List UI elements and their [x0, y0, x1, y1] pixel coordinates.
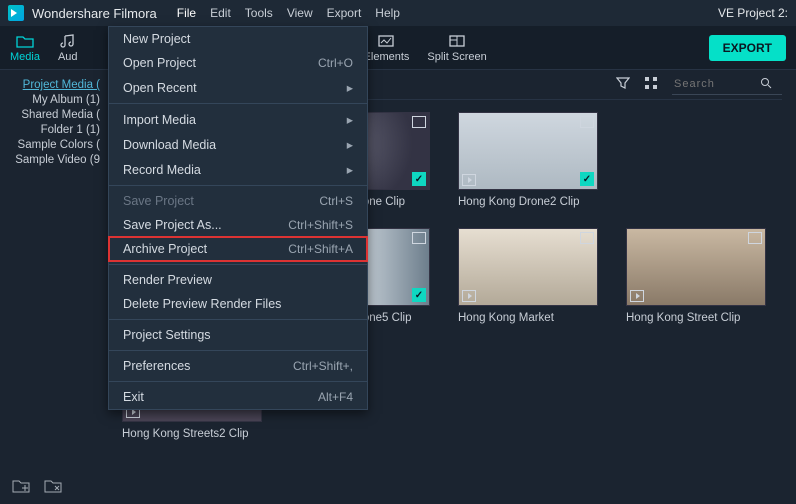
frame-icon [748, 232, 762, 244]
sidebar-item[interactable]: Sample Colors ( [8, 139, 100, 151]
app-title: Wondershare Filmora [32, 6, 157, 21]
delete-folder-icon[interactable] [44, 478, 62, 494]
audio-icon [59, 33, 77, 49]
clip-item[interactable]: Hong Kong Street Clip [626, 228, 766, 324]
file-menu-dropdown: New ProjectOpen ProjectCtrl+OOpen Recent… [108, 26, 368, 410]
sidebar-item[interactable]: My Album (1) [8, 94, 100, 106]
sidebar: Project Media ( My Album (1) Shared Media … [0, 70, 108, 504]
menu-help[interactable]: Help [375, 6, 400, 20]
sidebar-item[interactable]: Sample Video (9 [8, 154, 100, 166]
clip-label: Hong Kong Market [458, 312, 598, 324]
menu-file[interactable]: File [177, 6, 196, 20]
new-folder-icon[interactable] [12, 478, 30, 494]
search-box[interactable] [672, 75, 782, 95]
menu-item-preferences[interactable]: PreferencesCtrl+Shift+, [109, 354, 367, 378]
clip-label: Hong Kong Street Clip [626, 312, 766, 324]
menu-item-delete-preview-render-files[interactable]: Delete Preview Render Files [109, 292, 367, 316]
menu-item-exit[interactable]: ExitAlt+F4 [109, 385, 367, 409]
tab-media[interactable]: Media [10, 33, 40, 63]
menu-item-download-media[interactable]: Download Media▸ [109, 132, 367, 157]
main: New ProjectOpen ProjectCtrl+OOpen Recent… [0, 70, 796, 504]
project-title: VE Project 2: [718, 6, 788, 20]
frame-icon [580, 116, 594, 128]
titlebar: Wondershare Filmora File Edit Tools View Exp… [0, 0, 796, 26]
menu-export[interactable]: Export [327, 6, 362, 20]
menu-item-save-project: Save ProjectCtrl+S [109, 189, 367, 213]
frame-icon [580, 232, 594, 244]
export-button[interactable]: EXPORT [709, 35, 786, 61]
check-icon [412, 172, 426, 186]
menu-item-import-media[interactable]: Import Media▸ [109, 107, 367, 132]
clip-thumbnail[interactable] [626, 228, 766, 306]
menu-edit[interactable]: Edit [210, 6, 231, 20]
chevron-right-icon: ▸ [347, 80, 353, 95]
menu-view[interactable]: View [287, 6, 313, 20]
clip-item[interactable]: Hong Kong Market [458, 228, 598, 324]
menu-item-new-project[interactable]: New Project [109, 27, 367, 51]
play-icon [462, 290, 476, 302]
play-icon [462, 174, 476, 186]
elements-icon [377, 33, 395, 49]
menu-item-project-settings[interactable]: Project Settings [109, 323, 367, 347]
clip-item[interactable]: Hong Kong Drone2 Clip [458, 112, 598, 208]
frame-icon [412, 232, 426, 244]
check-icon [580, 172, 594, 186]
sidebar-item[interactable]: Project Media ( [8, 79, 100, 91]
media-icon [16, 33, 34, 49]
chevron-right-icon: ▸ [347, 162, 353, 177]
tab-audio[interactable]: Aud [58, 33, 78, 63]
split-screen-icon [448, 33, 466, 49]
footer-icons [12, 478, 62, 494]
check-icon [412, 288, 426, 302]
chevron-right-icon: ▸ [347, 112, 353, 127]
clip-label: Hong Kong Drone2 Clip [458, 196, 598, 208]
sidebar-item[interactable]: Shared Media ( [8, 109, 100, 121]
menu-item-open-project[interactable]: Open ProjectCtrl+O [109, 51, 367, 75]
clip-label: Hong Kong Streets2 Clip [122, 428, 262, 440]
app-logo-icon [8, 5, 24, 21]
menu-item-render-preview[interactable]: Render Preview [109, 268, 367, 292]
play-icon [630, 290, 644, 302]
sidebar-item[interactable]: Folder 1 (1) [8, 124, 100, 136]
search-input[interactable] [674, 78, 754, 90]
menu-tools[interactable]: Tools [245, 6, 273, 20]
chevron-right-icon: ▸ [347, 137, 353, 152]
tab-split-screen[interactable]: Split Screen [427, 33, 486, 63]
grid-icon[interactable] [644, 76, 658, 93]
clip-thumbnail[interactable] [458, 228, 598, 306]
menubar: File Edit Tools View Export Help [177, 6, 400, 20]
menu-item-open-recent[interactable]: Open Recent▸ [109, 75, 367, 100]
menu-item-save-project-as-[interactable]: Save Project As...Ctrl+Shift+S [109, 213, 367, 237]
frame-icon [412, 116, 426, 128]
tab-elements[interactable]: Elements [364, 33, 410, 63]
clip-thumbnail[interactable] [458, 112, 598, 190]
filter-icon[interactable] [616, 76, 630, 93]
search-icon[interactable] [760, 77, 772, 92]
menu-item-archive-project[interactable]: Archive ProjectCtrl+Shift+A [109, 237, 367, 261]
menu-item-record-media[interactable]: Record Media▸ [109, 157, 367, 182]
